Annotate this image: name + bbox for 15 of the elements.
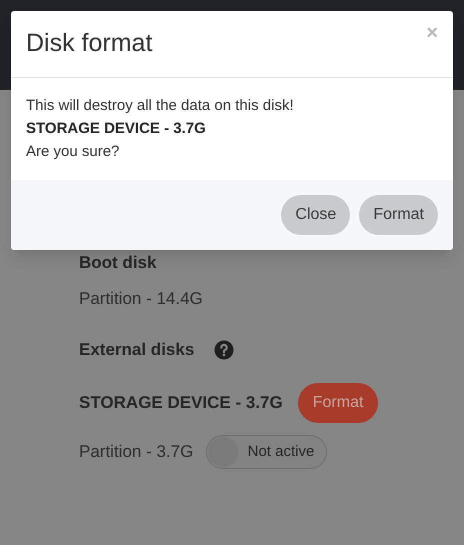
toggle-switch[interactable]: Not active	[206, 435, 328, 469]
partition-label: Partition - 3.7G	[79, 441, 194, 464]
modal-button[interactable]: Close	[281, 195, 350, 235]
modal-button[interactable]: Format	[359, 195, 438, 235]
partition-label: Partition - 14.4G	[79, 288, 203, 310]
help-icon[interactable]	[214, 340, 234, 360]
warning-message: This will destroy all the data on this disk!	[26, 96, 294, 116]
modal-title: Disk format	[26, 28, 152, 60]
device-name: STORAGE DEVICE - 3.7G	[26, 119, 206, 139]
section-heading: External disks	[79, 339, 194, 362]
confirm-question: Are you sure?	[26, 142, 120, 162]
section-heading: Boot disk	[79, 252, 156, 274]
device-name: STORAGE DEVICE - 3.7G	[79, 392, 283, 414]
format-button[interactable]: Format	[298, 383, 378, 423]
close-button[interactable]: ×	[426, 23, 438, 43]
